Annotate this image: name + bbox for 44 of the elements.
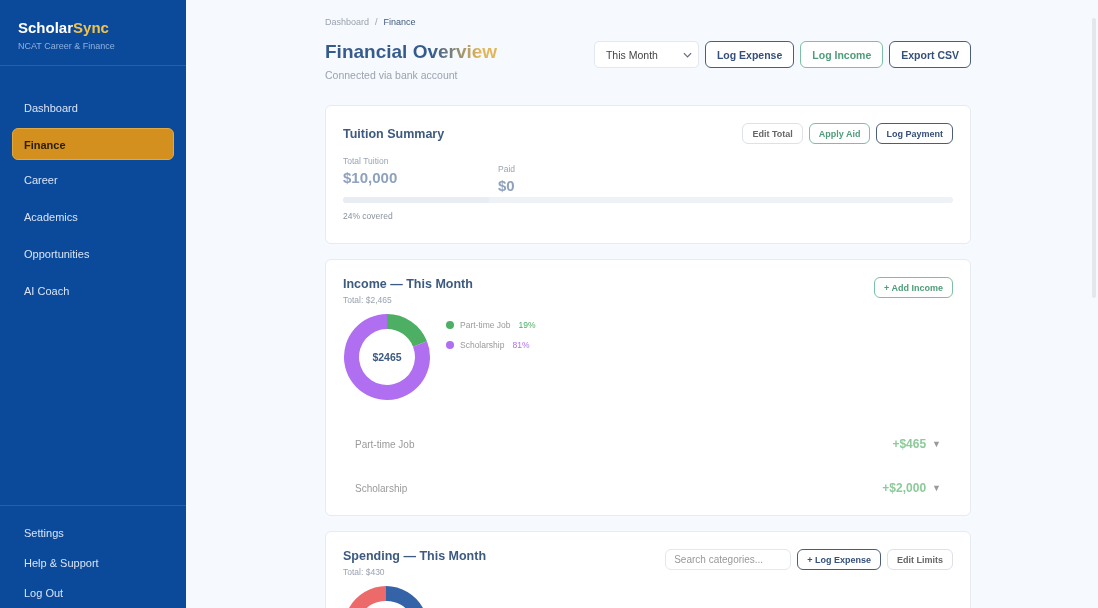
nav-item[interactable]: Finance (12, 128, 174, 160)
row-amount: +$465 (892, 437, 927, 451)
nav-item[interactable]: Academics (12, 200, 174, 234)
action-button[interactable]: + Log Expense (797, 549, 881, 570)
stat-label: Total Tuition (343, 156, 390, 166)
legend-percent: 81% (512, 340, 530, 350)
action-button[interactable]: Log Expense (704, 41, 795, 68)
total-text: Total: $430 (343, 567, 386, 577)
nav-item[interactable]: Settings (12, 518, 174, 548)
breadcrumb-separator: / (375, 17, 378, 27)
donut-center-value: $2465 (372, 351, 402, 363)
nav-item[interactable]: Help & Support (12, 548, 174, 578)
row-amount: +$2,000 (882, 481, 927, 495)
action-button[interactable]: Export CSV (889, 41, 971, 68)
card-title: Income — This Month (343, 277, 473, 291)
legend-label: Scholarship (460, 340, 505, 350)
nav-item[interactable]: Log Out (12, 578, 174, 608)
action-button[interactable]: Edit Total (742, 123, 803, 144)
card-title: Spending — This Month (343, 549, 487, 563)
coverage-text: 24% covered (343, 211, 394, 221)
nav-item[interactable]: AI Coach (12, 274, 174, 308)
stat-value: $10,000 (343, 169, 399, 186)
row-label: Scholarship (355, 482, 408, 494)
nav-item[interactable]: Career (12, 163, 174, 197)
search-field[interactable]: Search categories... (665, 549, 792, 570)
action-button[interactable]: Log Payment (876, 123, 953, 144)
total-text: Total: $2,465 (343, 295, 393, 305)
app-subtitle: NCAT Career & Finance (18, 41, 116, 51)
page-subtitle: Connected via bank account (325, 69, 459, 81)
logo-text: ScholarSync (18, 19, 110, 36)
legend-percent: 19% (518, 320, 536, 330)
breadcrumb-current: Finance (383, 17, 416, 27)
stat-label: Paid (498, 164, 516, 174)
add-income-button[interactable]: + Add Income (874, 277, 953, 298)
chevron-icon (682, 51, 692, 58)
action-button[interactable]: Apply Aid (808, 123, 871, 144)
nav-item[interactable]: Opportunities (12, 237, 174, 271)
period-select[interactable]: This Month (593, 41, 699, 68)
stat-value: $0 (498, 177, 516, 194)
legend-label: Part-time Job (460, 320, 511, 330)
card-title: Tuition Summary (343, 127, 445, 141)
row-label: Part-time Job (355, 438, 415, 450)
action-button[interactable]: Edit Limits (887, 549, 953, 570)
nav-item[interactable]: Dashboard (12, 91, 174, 125)
